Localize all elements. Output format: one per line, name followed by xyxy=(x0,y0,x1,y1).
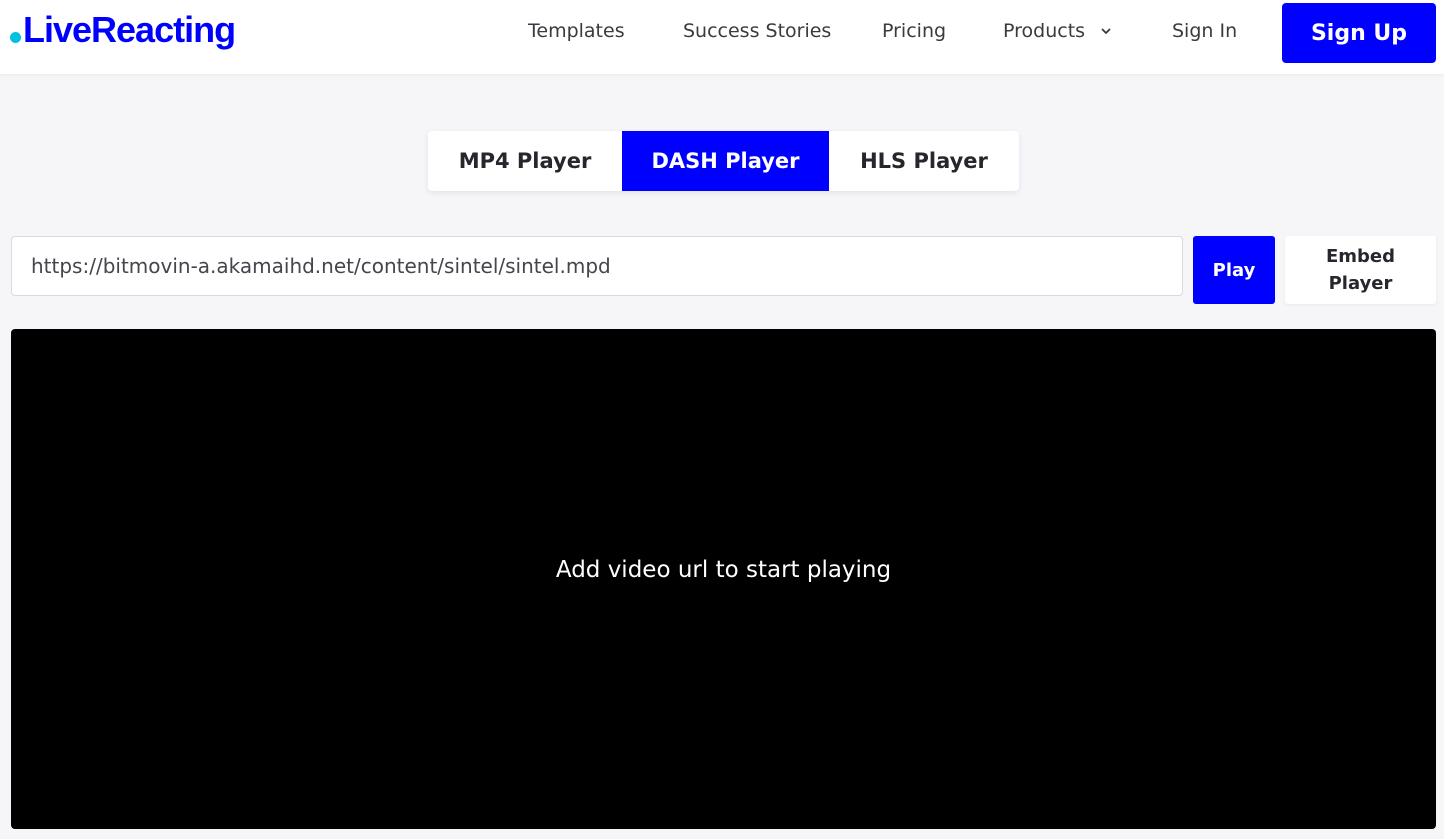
nav-sign-in[interactable]: Sign In xyxy=(1172,20,1237,42)
tab-mp4-player[interactable]: MP4 Player xyxy=(428,131,622,191)
video-player[interactable]: Add video url to start playing xyxy=(11,329,1436,829)
tab-hls-player[interactable]: HLS Player xyxy=(829,131,1019,191)
embed-player-button[interactable]: Embed Player xyxy=(1285,236,1436,304)
nav-products-label: Products xyxy=(1003,20,1086,42)
video-placeholder-message: Add video url to start playing xyxy=(555,557,892,583)
play-button[interactable]: Play xyxy=(1193,236,1275,304)
nav-templates[interactable]: Templates xyxy=(528,20,625,42)
site-header: LiveReacting Templates Success Stories P… xyxy=(0,0,1444,74)
video-url-input[interactable] xyxy=(11,236,1183,296)
player-type-tabs: MP4 Player DASH Player HLS Player xyxy=(428,131,1019,191)
nav-pricing[interactable]: Pricing xyxy=(882,20,946,42)
sign-up-button[interactable]: Sign Up xyxy=(1282,3,1436,63)
nav-products[interactable]: Products xyxy=(1003,20,1113,42)
tab-dash-player[interactable]: DASH Player xyxy=(622,131,829,191)
chevron-down-icon xyxy=(1101,28,1111,34)
nav-success-stories[interactable]: Success Stories xyxy=(683,20,831,42)
main-nav: Templates Success Stories Pricing Produc… xyxy=(0,0,1444,64)
